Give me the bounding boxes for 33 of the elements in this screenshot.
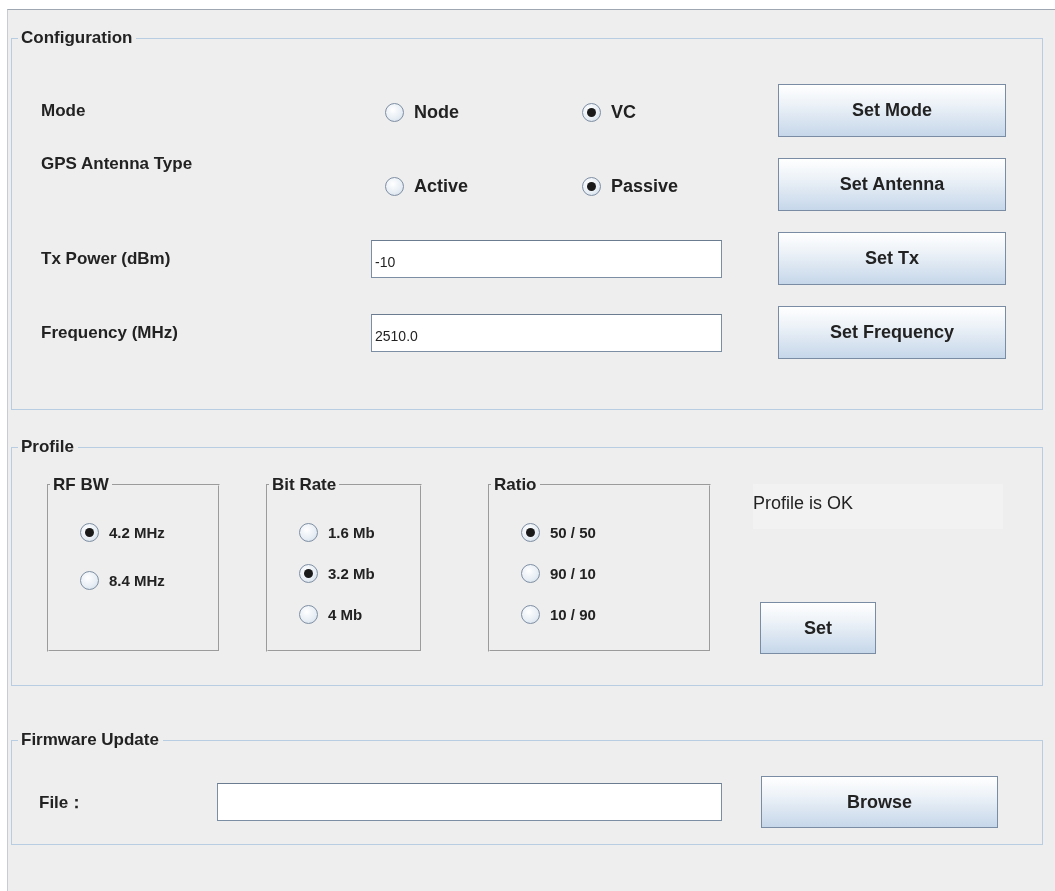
action-button[interactable]: Set Frequency (778, 306, 1006, 359)
action-button[interactable]: Set Antenna (778, 158, 1006, 211)
radio-button[interactable]: 3.2 Mb (299, 564, 375, 583)
section-title: Bit Rate (271, 475, 338, 495)
action-button[interactable]: Set Tx (778, 232, 1006, 285)
field-label: Tx Power (dBm) (41, 248, 172, 269)
section-title: Profile (20, 437, 75, 457)
radio-button[interactable]: 4.2 MHz (80, 523, 165, 542)
radio-button[interactable]: VC (582, 102, 636, 123)
section-title: Configuration (20, 28, 134, 48)
radio-button[interactable]: 90 / 10 (521, 564, 596, 583)
action-button[interactable]: Set Mode (778, 84, 1006, 137)
input-field[interactable] (217, 783, 722, 821)
browse-button[interactable]: Browse (761, 776, 998, 828)
input-field[interactable]: 2510.0 (371, 313, 722, 352)
section-title: Firmware Update (20, 730, 160, 750)
radio-button[interactable]: 4 Mb (299, 605, 363, 624)
section-title: Ratio (493, 475, 538, 495)
section-title: RF BW (52, 475, 110, 495)
radio-button[interactable]: 8.4 MHz (80, 571, 165, 590)
input-field[interactable]: -10 (371, 239, 722, 278)
set-button[interactable]: Set (760, 602, 876, 654)
status-label: Profile is OK (753, 484, 1003, 529)
radio-button[interactable]: Passive (582, 176, 679, 197)
radio-button[interactable]: Node (385, 102, 459, 123)
field-label: Frequency (MHz) (41, 322, 179, 343)
radio-button[interactable]: Active (385, 176, 469, 197)
field-label: GPS Antenna Type (41, 154, 194, 174)
radio-button[interactable]: 1.6 Mb (299, 523, 375, 542)
radio-button[interactable]: 10 / 90 (521, 605, 596, 624)
field-label: File： (39, 791, 87, 814)
field-label: Mode (41, 100, 87, 121)
radio-button[interactable]: 50 / 50 (521, 523, 596, 542)
